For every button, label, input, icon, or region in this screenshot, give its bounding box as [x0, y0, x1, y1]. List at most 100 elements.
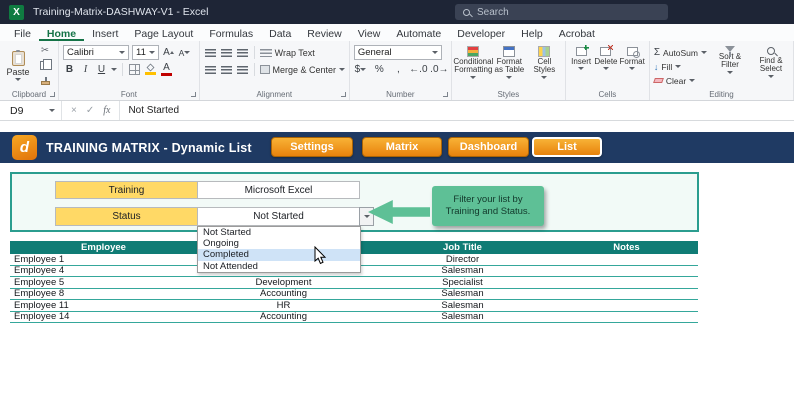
insert-function-button[interactable]: fx	[103, 105, 110, 116]
cell-styles-button[interactable]: Cell Styles	[528, 44, 561, 87]
percent-style-button[interactable]: %	[373, 62, 386, 77]
cell-department[interactable]: HR	[197, 300, 370, 311]
align-right-button[interactable]	[236, 62, 249, 77]
fill-button[interactable]: ↓ Fill	[654, 60, 707, 73]
insert-cells-icon	[576, 47, 587, 56]
tab-data[interactable]: Data	[261, 24, 299, 41]
font-color-button[interactable]: A	[160, 62, 173, 77]
dashboard-button[interactable]: Dashboard	[448, 137, 529, 157]
dialog-launcher-icon[interactable]	[50, 92, 56, 98]
currency-format-button[interactable]: $	[354, 62, 367, 77]
cell-notes[interactable]	[555, 277, 698, 288]
formula-bar-value[interactable]: Not Started	[128, 105, 179, 116]
wrap-text-button[interactable]: Wrap Text	[260, 45, 315, 60]
matrix-button[interactable]: Matrix	[362, 137, 442, 157]
clear-button[interactable]: Clear	[654, 74, 707, 87]
cell-notes[interactable]	[555, 289, 698, 300]
dialog-launcher-icon[interactable]	[341, 92, 347, 98]
list-button[interactable]: List	[532, 137, 602, 157]
tab-view[interactable]: View	[350, 24, 389, 41]
status-label-cell[interactable]: Status	[55, 207, 198, 226]
tab-acrobat[interactable]: Acrobat	[551, 24, 603, 41]
status-value-cell[interactable]: Not Started	[197, 207, 360, 226]
bold-button[interactable]: B	[63, 62, 76, 77]
underline-button[interactable]: U	[95, 62, 108, 77]
format-painter-button[interactable]	[36, 74, 54, 87]
tab-formulas[interactable]: Formulas	[201, 24, 261, 41]
dropdown-option-ongoing[interactable]: Ongoing	[198, 238, 360, 249]
cell-notes[interactable]	[555, 312, 698, 323]
comma-style-button[interactable]: ,	[392, 62, 405, 77]
borders-button[interactable]	[128, 62, 141, 77]
settings-button[interactable]: Settings	[271, 137, 353, 157]
cell-job-title[interactable]: Salesman	[370, 266, 555, 277]
cell-department[interactable]: Accounting	[197, 289, 370, 300]
tab-developer[interactable]: Developer	[449, 24, 513, 41]
cell-employee[interactable]: Employee 11	[10, 300, 197, 311]
increase-font-button[interactable]: A	[162, 45, 175, 60]
chevron-down-icon	[506, 76, 512, 79]
tab-review[interactable]: Review	[299, 24, 349, 41]
dropdown-option-completed[interactable]: Completed	[198, 249, 360, 260]
align-middle-button[interactable]	[220, 45, 233, 60]
dropdown-option-not-started[interactable]: Not Started	[198, 227, 360, 238]
align-center-button[interactable]	[220, 62, 233, 77]
decrease-decimal-button[interactable]: .0→	[432, 62, 447, 77]
cell-employee[interactable]: Employee 1	[10, 254, 197, 265]
name-box[interactable]: D9	[0, 101, 62, 120]
autosum-button[interactable]: Σ AutoSum	[654, 46, 707, 59]
cancel-entry-button[interactable]: ×	[71, 105, 77, 116]
dialog-launcher-icon[interactable]	[191, 92, 197, 98]
increase-decimal-button[interactable]: ←.0	[411, 62, 426, 77]
tab-file[interactable]: File	[6, 24, 39, 41]
cell-job-title[interactable]: Director	[370, 254, 555, 265]
cell-job-title[interactable]: Salesman	[370, 289, 555, 300]
dialog-launcher-icon[interactable]	[443, 92, 449, 98]
align-left-button[interactable]	[204, 62, 217, 77]
delete-cells-button[interactable]: Delete	[594, 44, 617, 87]
cut-button[interactable]: ✂	[36, 44, 54, 57]
training-label-cell[interactable]: Training	[55, 181, 198, 199]
align-bottom-button[interactable]	[236, 45, 249, 60]
cell-employee[interactable]: Employee 8	[10, 289, 197, 300]
cell-employee[interactable]: Employee 5	[10, 277, 197, 288]
cell-department[interactable]: Accounting	[197, 312, 370, 323]
tab-automate[interactable]: Automate	[388, 24, 449, 41]
merge-center-button[interactable]: Merge & Center	[260, 62, 345, 77]
find-select-button[interactable]: Find & Select	[753, 44, 789, 87]
cell-employee[interactable]: Employee 4	[10, 266, 197, 277]
training-value-cell[interactable]: Microsoft Excel	[197, 181, 360, 199]
italic-button[interactable]: I	[79, 62, 92, 77]
copy-button[interactable]	[36, 59, 54, 72]
align-top-button[interactable]	[204, 45, 217, 60]
decrease-font-button[interactable]: A	[178, 45, 191, 60]
cell-notes[interactable]	[555, 266, 698, 277]
font-name-select[interactable]: Calibri	[63, 45, 129, 60]
insert-cells-button[interactable]: Insert	[570, 44, 593, 87]
dropdown-option-not-attended[interactable]: Not Attended	[198, 261, 360, 272]
status-dropdown-button[interactable]	[359, 207, 374, 226]
format-cells-button[interactable]: Format	[620, 44, 645, 87]
conditional-formatting-button[interactable]: Conditional Formatting	[456, 44, 491, 87]
tab-help[interactable]: Help	[513, 24, 551, 41]
enter-entry-button[interactable]: ✓	[86, 105, 94, 116]
paste-button[interactable]: Paste	[4, 44, 32, 87]
sort-filter-button[interactable]: Sort & Filter	[712, 44, 748, 87]
cell-employee[interactable]: Employee 14	[10, 312, 197, 323]
cell-job-title[interactable]: Salesman	[370, 300, 555, 311]
underline-options-caret[interactable]	[111, 68, 117, 71]
cell-department[interactable]: Development	[197, 277, 370, 288]
cell-job-title[interactable]: Salesman	[370, 312, 555, 323]
format-as-table-button[interactable]: Format as Table	[493, 44, 526, 87]
font-size-select[interactable]: 11	[132, 45, 159, 60]
cell-notes[interactable]	[555, 254, 698, 265]
search-box[interactable]: Search	[455, 4, 668, 20]
tab-home[interactable]: Home	[39, 24, 84, 41]
cell-job-title[interactable]: Specialist	[370, 277, 555, 288]
fill-color-button[interactable]	[144, 62, 157, 77]
tab-page-layout[interactable]: Page Layout	[126, 24, 201, 41]
mouse-cursor	[314, 246, 327, 265]
number-format-select[interactable]: General	[354, 45, 442, 60]
tab-insert[interactable]: Insert	[84, 24, 126, 41]
cell-notes[interactable]	[555, 300, 698, 311]
